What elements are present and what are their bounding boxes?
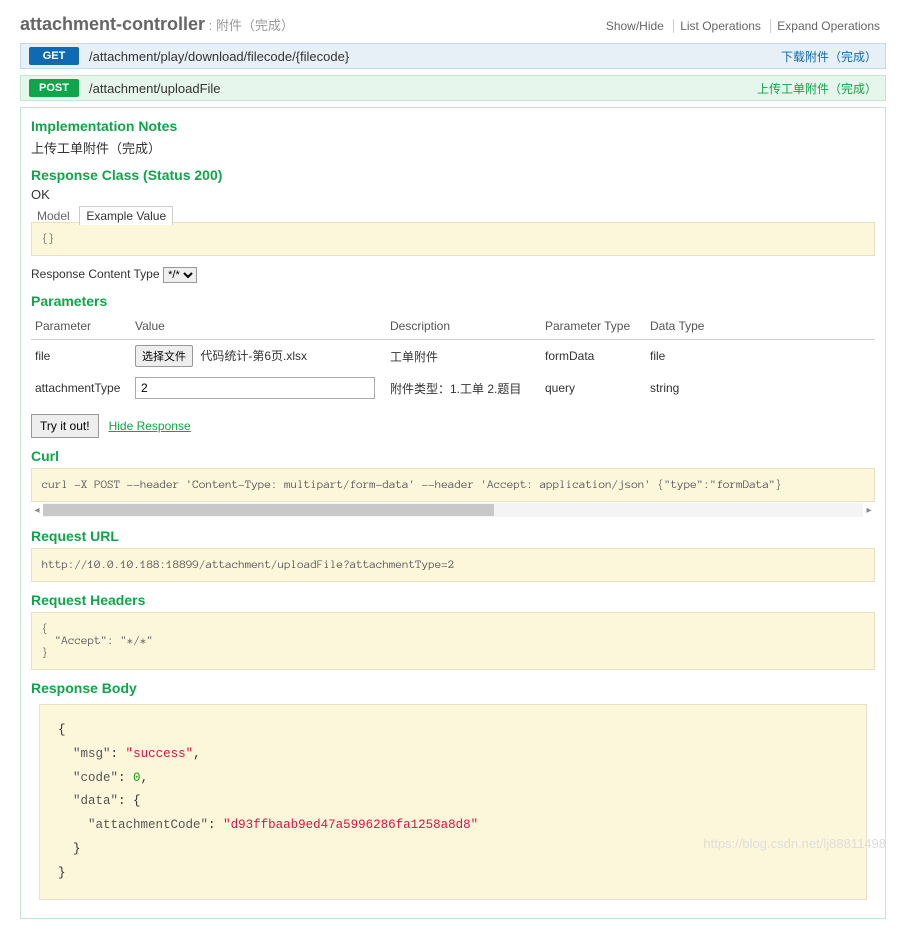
expand-ops-link[interactable]: Expand Operations (770, 19, 886, 33)
try-it-out-button[interactable]: Try it out! (31, 414, 99, 438)
hide-response-link[interactable]: Hide Response (109, 419, 191, 433)
response-class-title: Response Class (Status 200) (31, 167, 875, 183)
show-hide-link[interactable]: Show/Hide (600, 19, 670, 33)
http-method-get: GET (29, 47, 79, 65)
endpoint-path: /attachment/uploadFile (79, 81, 757, 96)
table-row: attachmentType 附件类型：1.工单 2.题目 query stri… (31, 372, 875, 404)
curl-block[interactable]: curl -X POST --header 'Content-Type: mul… (31, 468, 875, 502)
impl-notes-title: Implementation Notes (31, 118, 875, 134)
endpoint-summary: 下载附件（完成） (781, 48, 877, 65)
operation-post[interactable]: POST /attachment/uploadFile 上传工单附件（完成） (20, 75, 886, 101)
selected-file-name: 代码统计-第6页.xlsx (196, 349, 307, 363)
response-content-type-select[interactable]: */* (163, 267, 197, 283)
request-url-title: Request URL (31, 528, 875, 544)
response-status: OK (31, 187, 875, 202)
request-url-block[interactable]: http://10.0.10.188:18899/attachment/uplo… (31, 548, 875, 582)
curl-title: Curl (31, 448, 875, 464)
scroll-left-icon[interactable]: ◂ (31, 503, 43, 517)
request-headers-block[interactable]: { "Accept": "*/*" } (31, 612, 875, 670)
choose-file-button[interactable]: 选择文件 (135, 345, 193, 367)
table-row: file 选择文件 代码统计-第6页.xlsx 工单附件 formData fi… (31, 340, 875, 373)
example-value-block[interactable]: {} (31, 222, 875, 256)
controller-links: Show/Hide List Operations Expand Operati… (600, 19, 886, 33)
col-value: Value (131, 313, 386, 340)
col-data-type: Data Type (646, 313, 875, 340)
horizontal-scrollbar[interactable]: ◂ ▸ (31, 502, 875, 518)
request-headers-title: Request Headers (31, 592, 875, 608)
col-parameter: Parameter (31, 313, 131, 340)
col-description: Description (386, 313, 541, 340)
response-content-type-label: Response Content Type (31, 267, 160, 281)
col-parameter-type: Parameter Type (541, 313, 646, 340)
param-type: formData (541, 340, 646, 373)
response-body-block[interactable]: { "msg": "success", "code": 0, "data": {… (39, 704, 867, 900)
endpoint-path: /attachment/play/download/filecode/{file… (79, 49, 781, 64)
attachment-code: d93ffbaab9ed47a5996286fa1258a8d8 (231, 818, 471, 832)
param-datatype: file (646, 340, 875, 373)
param-datatype: string (646, 372, 875, 404)
impl-notes-text: 上传工单附件（完成） (31, 138, 875, 157)
tab-model[interactable]: Model (31, 207, 76, 225)
parameters-table: Parameter Value Description Parameter Ty… (31, 313, 875, 404)
parameters-title: Parameters (31, 293, 875, 309)
resp-msg: success (133, 747, 186, 761)
http-method-post: POST (29, 79, 79, 97)
tab-example-value[interactable]: Example Value (79, 206, 173, 225)
operation-get[interactable]: GET /attachment/play/download/filecode/{… (20, 43, 886, 69)
param-name: attachmentType (31, 372, 131, 404)
scroll-thumb[interactable] (43, 504, 494, 516)
param-desc: 工单附件 (386, 340, 541, 373)
controller-desc: : 附件（完成） (205, 18, 294, 33)
param-name: file (31, 340, 131, 373)
resp-code: 0 (133, 771, 141, 785)
param-type: query (541, 372, 646, 404)
response-body-title: Response Body (31, 680, 875, 696)
controller-name[interactable]: attachment-controller (20, 14, 205, 34)
example-tabs: Model Example Value (31, 208, 875, 223)
controller-header: attachment-controller : 附件（完成） Show/Hide… (20, 10, 886, 43)
operation-panel: Implementation Notes 上传工单附件（完成） Response… (20, 107, 886, 919)
param-desc: 附件类型：1.工单 2.题目 (386, 372, 541, 404)
scroll-right-icon[interactable]: ▸ (863, 503, 875, 517)
list-ops-link[interactable]: List Operations (673, 19, 767, 33)
endpoint-summary: 上传工单附件（完成） (757, 80, 877, 97)
attachment-type-input[interactable] (135, 377, 375, 399)
